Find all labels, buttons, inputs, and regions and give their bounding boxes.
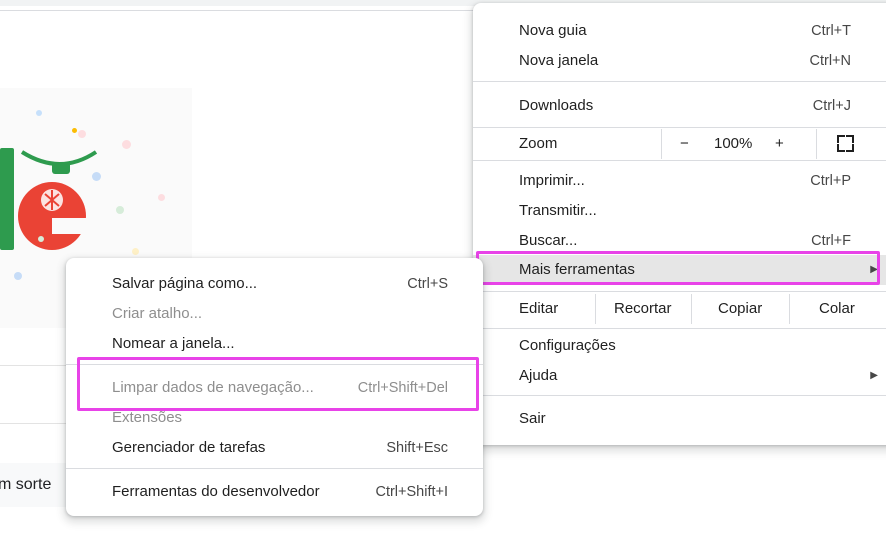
menu-separator <box>66 468 483 469</box>
menu-item-label: Ajuda <box>519 367 558 384</box>
cut-button[interactable]: Recortar <box>614 294 672 324</box>
menu-item-label: Configurações <box>519 337 616 354</box>
submenu-item-create-shortcut[interactable]: Criar atalho... <box>66 299 483 329</box>
menu-item-help[interactable]: Ajuda ▶ <box>473 361 886 391</box>
menu-separator <box>473 127 886 128</box>
menu-item-label: Criar atalho... <box>112 305 203 322</box>
page-divider <box>0 423 66 424</box>
menu-item-cast[interactable]: Transmitir... <box>473 196 886 226</box>
zoom-level-value: 100% <box>714 135 753 152</box>
menu-item-label: Sair <box>519 410 546 427</box>
zoom-in-button[interactable]: + <box>775 129 784 159</box>
submenu-item-developer-tools[interactable]: Ferramentas do desenvolvedor Ctrl+Shift+… <box>66 477 483 507</box>
fullscreen-icon[interactable] <box>837 135 854 152</box>
feeling-lucky-button[interactable]: m sorte <box>0 463 70 507</box>
menu-item-shortcut: Ctrl+T <box>811 23 851 39</box>
confetti-dot <box>92 172 101 181</box>
zoom-divider <box>816 129 817 159</box>
submenu-item-task-manager[interactable]: Gerenciador de tarefas Shift+Esc <box>66 433 483 463</box>
menu-item-settings[interactable]: Configurações <box>473 331 886 361</box>
menu-item-shortcut: Ctrl+Shift+I <box>375 484 448 500</box>
submenu-item-name-window[interactable]: Nomear a janela... <box>66 329 483 359</box>
edit-divider <box>789 294 790 324</box>
confetti-dot <box>78 130 86 138</box>
highlight-box-clear-browsing-data <box>77 357 479 411</box>
menu-item-label: Nomear a janela... <box>112 335 235 352</box>
menu-item-label: Nova janela <box>519 52 599 69</box>
copy-button[interactable]: Copiar <box>718 294 762 324</box>
menu-item-label: Transmitir... <box>519 202 597 219</box>
confetti-dot <box>122 140 131 149</box>
confetti-dot <box>14 272 22 280</box>
submenu-arrow-icon: ▶ <box>870 370 878 381</box>
menu-item-shortcut: Ctrl+J <box>812 98 851 114</box>
menu-item-shortcut: Ctrl+P <box>810 173 851 189</box>
confetti-dot <box>38 236 44 242</box>
menu-item-label: Ferramentas do desenvolvedor <box>112 483 320 500</box>
zoom-label: Zoom <box>519 135 558 152</box>
menu-item-shortcut: Ctrl+N <box>809 53 852 69</box>
menu-item-new-window[interactable]: Nova janela Ctrl+N <box>473 46 886 76</box>
menu-item-new-tab[interactable]: Nova guia Ctrl+T <box>473 16 886 46</box>
menu-item-print[interactable]: Imprimir... Ctrl+P <box>473 166 886 196</box>
menu-item-label: Nova guia <box>519 22 587 39</box>
confetti-dot <box>132 248 139 255</box>
menu-item-label: Salvar página como... <box>112 275 258 292</box>
page-divider <box>0 365 66 366</box>
edit-divider <box>691 294 692 324</box>
highlight-box-more-tools <box>476 251 880 285</box>
confetti-dot <box>72 128 77 133</box>
menu-item-downloads[interactable]: Downloads Ctrl+J <box>473 91 886 121</box>
zoom-divider <box>661 129 662 159</box>
menu-item-shortcut: Shift+Esc <box>386 440 448 456</box>
edit-label: Editar <box>519 300 559 317</box>
confetti-dot <box>36 110 42 116</box>
submenu-item-save-page[interactable]: Salvar página como... Ctrl+S <box>66 269 483 299</box>
menu-item-label: Gerenciador de tarefas <box>112 439 266 456</box>
menu-item-label: Downloads <box>519 97 594 114</box>
confetti-dot <box>116 206 124 214</box>
edit-divider <box>595 294 596 324</box>
confetti-dot <box>158 194 165 201</box>
menu-separator <box>473 395 886 396</box>
menu-item-label: Imprimir... <box>519 172 585 189</box>
menu-item-exit[interactable]: Sair <box>473 404 886 434</box>
chrome-main-menu: Nova guia Ctrl+T Nova janela Ctrl+N Down… <box>473 3 886 445</box>
menu-separator <box>473 328 886 329</box>
menu-separator <box>473 291 886 292</box>
paste-button[interactable]: Colar <box>819 294 855 324</box>
menu-item-shortcut: Ctrl+S <box>407 276 448 292</box>
zoom-out-button[interactable]: − <box>680 129 689 159</box>
menu-separator <box>473 81 886 82</box>
address-bar-divider <box>0 10 500 11</box>
menu-separator <box>473 160 886 161</box>
